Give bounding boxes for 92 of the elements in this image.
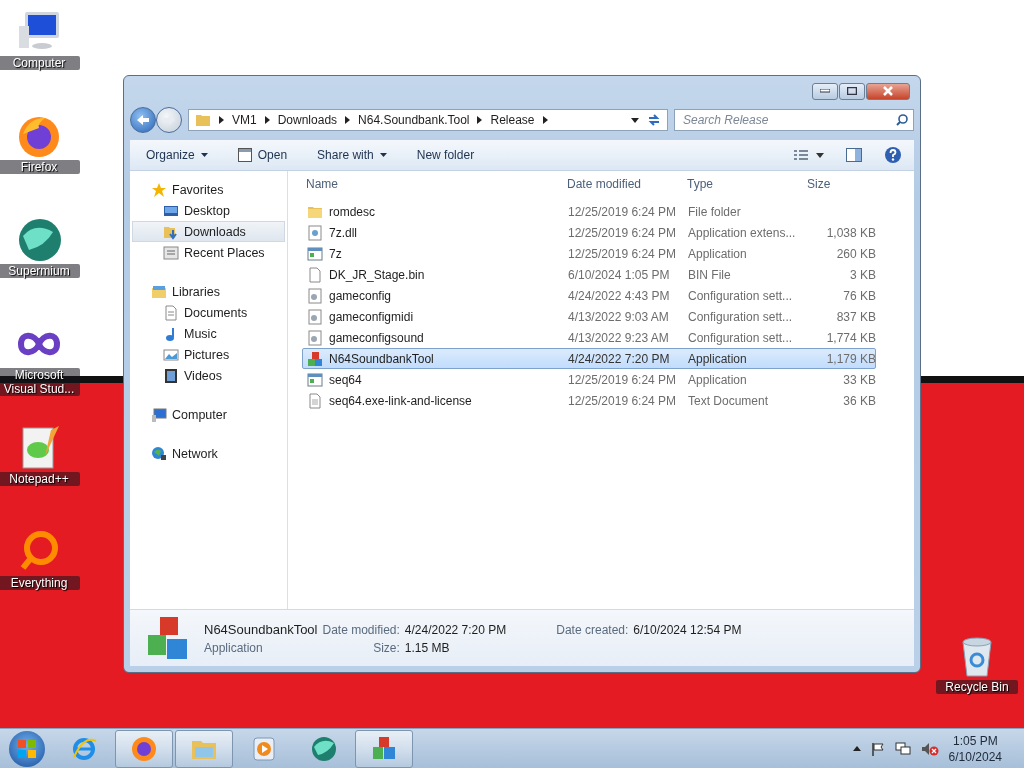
column-header[interactable]: Name — [302, 177, 563, 191]
minimize-icon — [820, 89, 830, 93]
toolbar-menu-button[interactable]: Organize — [142, 146, 212, 164]
left-arrow-icon — [136, 114, 150, 126]
file-row[interactable]: 7z 12/25/2019 6:24 PM Application 260 KB — [302, 243, 876, 264]
view-options-icon[interactable] — [794, 149, 824, 161]
caret-icon — [379, 153, 387, 157]
desktop-icon-label[interactable]: Computer — [0, 56, 80, 70]
file-row[interactable]: gameconfigsound 4/13/2022 9:23 AM Configuration sett... 1,774 KB — [302, 327, 876, 348]
address-bar[interactable]: VM1 Downloads N64.Soundbank.Tool Release — [188, 109, 668, 131]
nav-item[interactable]: Videos — [132, 365, 285, 386]
clock[interactable]: 1:05 PM 6/10/2024 — [948, 733, 1002, 764]
file-icon — [307, 266, 323, 283]
search-icon — [896, 114, 908, 126]
close-icon — [883, 86, 893, 96]
file-row[interactable]: seq64.exe-link-and-license 12/25/2019 6:24 PM Text Document 36 KB — [302, 390, 876, 411]
videos-icon — [163, 367, 179, 384]
back-button[interactable] — [130, 107, 156, 133]
start-button[interactable] — [9, 730, 45, 767]
dll-icon — [307, 224, 323, 241]
app-icon — [307, 371, 323, 388]
desktop-icon-label[interactable]: Recycle Bin — [936, 680, 1018, 694]
details-pane: N64SoundbankTool Date modified: 4/24/2022 7:20 PM Date created: 6/10/2024 12:54 PM Application Size: 1.15 MB — [130, 609, 914, 666]
file-row[interactable]: seq64 12/25/2019 6:24 PM Application 33 KB — [302, 369, 876, 390]
file-row[interactable]: gameconfigmidi 4/13/2022 9:03 AM Configuration sett... 837 KB — [302, 306, 876, 327]
column-header[interactable]: Size — [803, 177, 875, 191]
new-folder-button[interactable]: New folder — [412, 146, 479, 164]
taskbar-button[interactable] — [115, 729, 173, 768]
nav-item[interactable]: Desktop — [132, 200, 285, 221]
desktop-icon-label[interactable]: Everything — [0, 576, 80, 590]
refresh-icon[interactable] — [647, 113, 661, 127]
chevron-icon — [345, 116, 351, 124]
preview-pane-icon[interactable] — [846, 148, 862, 162]
breadcrumb[interactable]: VM1 — [232, 113, 257, 127]
documents-icon — [163, 304, 179, 321]
breadcrumb[interactable]: Downloads — [277, 113, 338, 127]
caret-up-icon[interactable] — [852, 746, 861, 751]
config-icon — [307, 329, 323, 346]
search-field[interactable]: Search Release — [674, 109, 914, 131]
nav-group[interactable]: Libraries — [132, 281, 285, 302]
chevron-icon — [477, 116, 483, 124]
dropdown-caret-icon[interactable] — [631, 117, 639, 123]
flag-icon[interactable] — [870, 741, 885, 756]
pictures-icon — [163, 346, 179, 363]
file-row[interactable]: DK_JR_Stage.bin 6/10/2024 1:05 PM BIN File 3 KB — [302, 264, 876, 285]
maximize-button[interactable] — [839, 82, 865, 100]
speaker-muted-icon[interactable] — [920, 741, 939, 756]
maximize-icon — [847, 87, 857, 95]
caret-icon — [200, 153, 208, 157]
nav-item[interactable]: Recent Places — [132, 242, 285, 263]
nav-group[interactable]: Computer — [132, 404, 285, 425]
help-icon[interactable] — [884, 146, 902, 164]
toolbar-menu-button[interactable]: Share with — [313, 146, 391, 164]
chevron-icon — [264, 116, 270, 124]
file-row[interactable]: romdesc 12/25/2019 6:24 PM File folder — [302, 201, 876, 222]
windows-logo-icon — [18, 739, 36, 758]
nav-item[interactable]: Pictures — [132, 344, 285, 365]
network-icon — [151, 445, 167, 462]
forward-button[interactable] — [156, 107, 182, 133]
desktop-icon-label[interactable]: Supermium — [0, 264, 80, 278]
taskbar-button[interactable] — [175, 729, 233, 768]
nav-item[interactable]: Music — [132, 323, 285, 344]
close-button[interactable] — [866, 82, 910, 100]
chevron-icon — [542, 116, 548, 124]
computer-icon — [151, 406, 167, 423]
column-header[interactable]: Date modified — [563, 177, 683, 191]
nav-item[interactable]: Documents — [132, 302, 285, 323]
star-icon — [151, 181, 167, 198]
config-icon — [307, 308, 323, 325]
breadcrumb[interactable]: N64.Soundbank.Tool — [358, 113, 470, 127]
network-icon[interactable] — [894, 741, 911, 756]
libraries-icon — [151, 283, 167, 300]
file-row[interactable]: 7z.dll 12/25/2019 6:24 PM Application extens... 1,038 KB — [302, 222, 876, 243]
column-header[interactable]: Type — [683, 177, 803, 191]
breadcrumb[interactable]: Release — [490, 113, 535, 127]
open-button[interactable]: Open — [233, 146, 292, 164]
nav-group[interactable]: Network — [132, 443, 285, 464]
taskbar-button[interactable] — [355, 729, 413, 768]
recent-icon — [163, 244, 179, 261]
chevron-icon — [219, 116, 224, 124]
file-row[interactable]: gameconfig 4/24/2022 4:43 PM Configuration sett... 76 KB — [302, 285, 876, 306]
text-icon — [307, 392, 323, 409]
file-row[interactable]: N64SoundbankTool 4/24/2022 7:20 PM Application 1,179 KB — [302, 348, 876, 369]
config-icon — [307, 287, 323, 304]
nav-item[interactable]: Downloads — [132, 221, 285, 242]
nav-group[interactable]: Favorites — [132, 179, 285, 200]
folder-icon — [195, 112, 211, 128]
media-player-icon — [250, 734, 278, 763]
desktop-icon-label[interactable]: Notepad++ — [0, 472, 80, 486]
desktop-icon-label[interactable]: Firefox — [0, 160, 80, 174]
window-icon — [237, 148, 252, 162]
app-icon — [307, 245, 323, 262]
